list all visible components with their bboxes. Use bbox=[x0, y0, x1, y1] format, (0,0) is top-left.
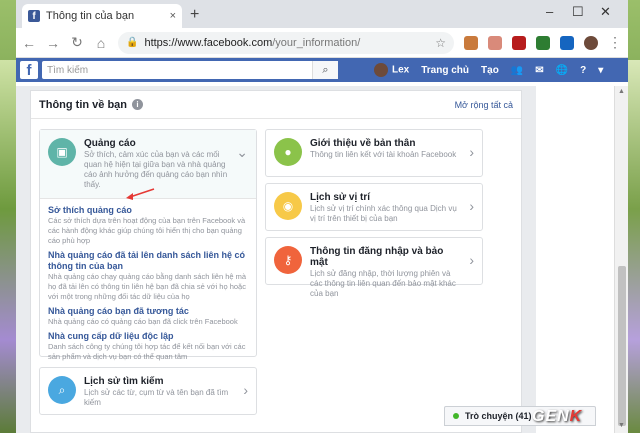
chevron-right-icon: › bbox=[243, 382, 248, 398]
profile-avatar[interactable] bbox=[584, 35, 598, 50]
scrollbar[interactable]: ▲ ▼ bbox=[614, 86, 628, 433]
chat-label: Trò chuyện (41) bbox=[465, 411, 532, 421]
login-desc: Lịch sử đăng nhập, thời lượng phiên và c… bbox=[310, 269, 456, 298]
data-providers-desc: Danh sách công ty chúng tôi hợp tác để k… bbox=[48, 342, 246, 361]
ads-card: ▣ Quảng cáo Sở thích, cảm xúc của bạn và… bbox=[39, 129, 257, 361]
key-icon: ⚷ bbox=[274, 246, 302, 274]
ads-subsections: Sở thích quảng cáo Các sở thích dựa trên… bbox=[40, 199, 256, 362]
lock-icon: 🔒 bbox=[126, 37, 139, 48]
notifications-icon[interactable]: 🌐 bbox=[556, 65, 568, 76]
page-content: Thông tin về bạn i Mở rộng tất cả ▣ Quản… bbox=[16, 86, 536, 433]
user-name: Lex bbox=[392, 64, 410, 76]
help-icon[interactable]: ? bbox=[580, 65, 586, 76]
login-title: Thông tin đăng nhập và bảo mật bbox=[310, 246, 444, 268]
extension-icon[interactable] bbox=[560, 35, 574, 50]
about-card[interactable]: ● Giới thiệu về bản thân Thông tin liên … bbox=[265, 129, 483, 177]
forward-icon[interactable]: → bbox=[46, 35, 60, 51]
search-placeholder: Tìm kiếm bbox=[47, 64, 89, 76]
ad-interests-desc: Các sở thích dựa trên hoạt động của bạn … bbox=[48, 216, 246, 245]
home-link[interactable]: Trang chủ bbox=[421, 65, 469, 76]
menu-icon[interactable]: ⋮ bbox=[608, 34, 622, 51]
back-icon[interactable]: ← bbox=[22, 35, 36, 51]
dropdown-icon[interactable]: ▾ bbox=[598, 65, 603, 76]
ads-desc: Sở thích, cảm xúc của bạn và các mối qua… bbox=[84, 150, 228, 189]
profile-link[interactable]: Lex bbox=[374, 63, 409, 77]
extension-icon[interactable] bbox=[536, 35, 550, 50]
facebook-logo[interactable]: f bbox=[20, 61, 38, 79]
page-title: Thông tin về bạn bbox=[39, 98, 127, 111]
tab-strip: f Thông tin của bạn × + – ☐ ✕ bbox=[16, 0, 628, 28]
browser-tab[interactable]: f Thông tin của bạn × bbox=[22, 4, 182, 28]
search-icon[interactable]: ⌕ bbox=[312, 61, 338, 79]
location-icon: ◉ bbox=[274, 192, 302, 220]
about-title: Giới thiệu về bản thân bbox=[310, 138, 416, 149]
panel-header: Thông tin về bạn i Mở rộng tất cả bbox=[31, 91, 521, 119]
location-desc: Lịch sử vị trí chính xác thông qua Dịch … bbox=[310, 204, 457, 223]
facebook-favicon-icon: f bbox=[28, 10, 40, 22]
minimize-button[interactable]: – bbox=[546, 4, 553, 19]
advertisers-uploaded-contact-desc: Nhà quảng cáo chạy quảng cáo bằng danh s… bbox=[48, 272, 247, 301]
ad-interests-link[interactable]: Sở thích quảng cáo bbox=[48, 205, 248, 216]
about-desc: Thông tin liên kết với tài khoản Faceboo… bbox=[310, 150, 457, 159]
avatar bbox=[374, 63, 388, 77]
chevron-right-icon: › bbox=[469, 252, 474, 268]
genk-watermark-logo: GENK bbox=[532, 408, 583, 425]
extension-icon[interactable] bbox=[464, 35, 478, 50]
background-right bbox=[628, 60, 640, 433]
search-input[interactable]: Tìm kiếm ⌕ bbox=[42, 61, 338, 79]
online-status-icon bbox=[453, 413, 459, 419]
extension-icon[interactable] bbox=[488, 35, 502, 50]
advertisers-interacted-desc: Nhà quảng cáo có quảng cáo bạn đã click … bbox=[48, 317, 238, 326]
create-link[interactable]: Tạo bbox=[481, 65, 499, 76]
data-providers-link[interactable]: Nhà cung cấp dữ liệu độc lập bbox=[48, 331, 248, 342]
chevron-right-icon: › bbox=[469, 144, 474, 160]
location-history-card[interactable]: ◉ Lịch sử vị trí Lịch sử vị trí chính xá… bbox=[265, 183, 483, 231]
location-title: Lịch sử vị trí bbox=[310, 192, 371, 203]
info-icon[interactable]: i bbox=[132, 99, 143, 110]
reload-icon[interactable]: ↻ bbox=[70, 34, 84, 51]
scroll-down-icon[interactable]: ▼ bbox=[618, 422, 625, 429]
ads-title: Quảng cáo bbox=[84, 138, 136, 149]
advertisers-uploaded-contact-link[interactable]: Nhà quảng cáo đã tải lên danh sách liên … bbox=[48, 250, 248, 272]
person-icon: ● bbox=[274, 138, 302, 166]
browser-window: f Thông tin của bạn × + – ☐ ✕ ← → ↻ ⌂ 🔒 … bbox=[16, 0, 628, 433]
scroll-up-icon[interactable]: ▲ bbox=[618, 88, 625, 95]
ads-icon: ▣ bbox=[48, 138, 76, 166]
bookmark-star-icon[interactable]: ☆ bbox=[435, 36, 446, 50]
tab-close-icon[interactable]: × bbox=[170, 10, 176, 22]
url-path: /your_information/ bbox=[272, 36, 361, 49]
facebook-top-bar: f Tìm kiếm ⌕ Lex Trang chủ Tạo 👥 ✉ 🌐 ? ▾ bbox=[16, 58, 628, 82]
login-security-card[interactable]: ⚷ Thông tin đăng nhập và bảo mật Lịch sử… bbox=[265, 237, 483, 298]
chevron-right-icon: › bbox=[469, 198, 474, 214]
chevron-down-icon[interactable]: ⌄ bbox=[236, 144, 248, 161]
new-tab-button[interactable]: + bbox=[190, 6, 199, 24]
expand-all-link[interactable]: Mở rộng tất cả bbox=[455, 100, 513, 110]
extension-icon[interactable] bbox=[512, 35, 526, 50]
home-icon[interactable]: ⌂ bbox=[94, 35, 108, 51]
window-close-button[interactable]: ✕ bbox=[600, 4, 611, 20]
search-history-card[interactable]: ⌕ Lịch sử tìm kiếm Lịch sử các từ, cụm t… bbox=[39, 367, 257, 415]
search-history-title: Lịch sử tìm kiếm bbox=[84, 376, 164, 387]
address-bar: ← → ↻ ⌂ 🔒 https://www.facebook.com/your_… bbox=[16, 28, 628, 58]
url-input[interactable]: 🔒 https://www.facebook.com/your_informat… bbox=[118, 31, 454, 54]
background-left bbox=[0, 60, 16, 433]
maximize-button[interactable]: ☐ bbox=[572, 4, 584, 20]
url-host: https://www.facebook.com bbox=[144, 36, 273, 49]
messenger-icon[interactable]: ✉ bbox=[535, 65, 543, 76]
tab-title: Thông tin của bạn bbox=[46, 10, 135, 22]
friends-icon[interactable]: 👥 bbox=[511, 65, 523, 76]
your-information-panel: Thông tin về bạn i Mở rộng tất cả ▣ Quản… bbox=[30, 90, 522, 433]
search-history-desc: Lịch sử các từ, cụm từ và tên bạn đã tìm… bbox=[84, 388, 229, 407]
top-nav: Lex Trang chủ Tạo 👥 ✉ 🌐 ? ▾ bbox=[374, 58, 603, 82]
red-arrow-annotation bbox=[126, 188, 155, 200]
scrollbar-thumb[interactable] bbox=[618, 266, 626, 426]
advertisers-interacted-link[interactable]: Nhà quảng cáo bạn đã tương tác bbox=[48, 306, 248, 317]
search-history-icon: ⌕ bbox=[48, 376, 76, 404]
